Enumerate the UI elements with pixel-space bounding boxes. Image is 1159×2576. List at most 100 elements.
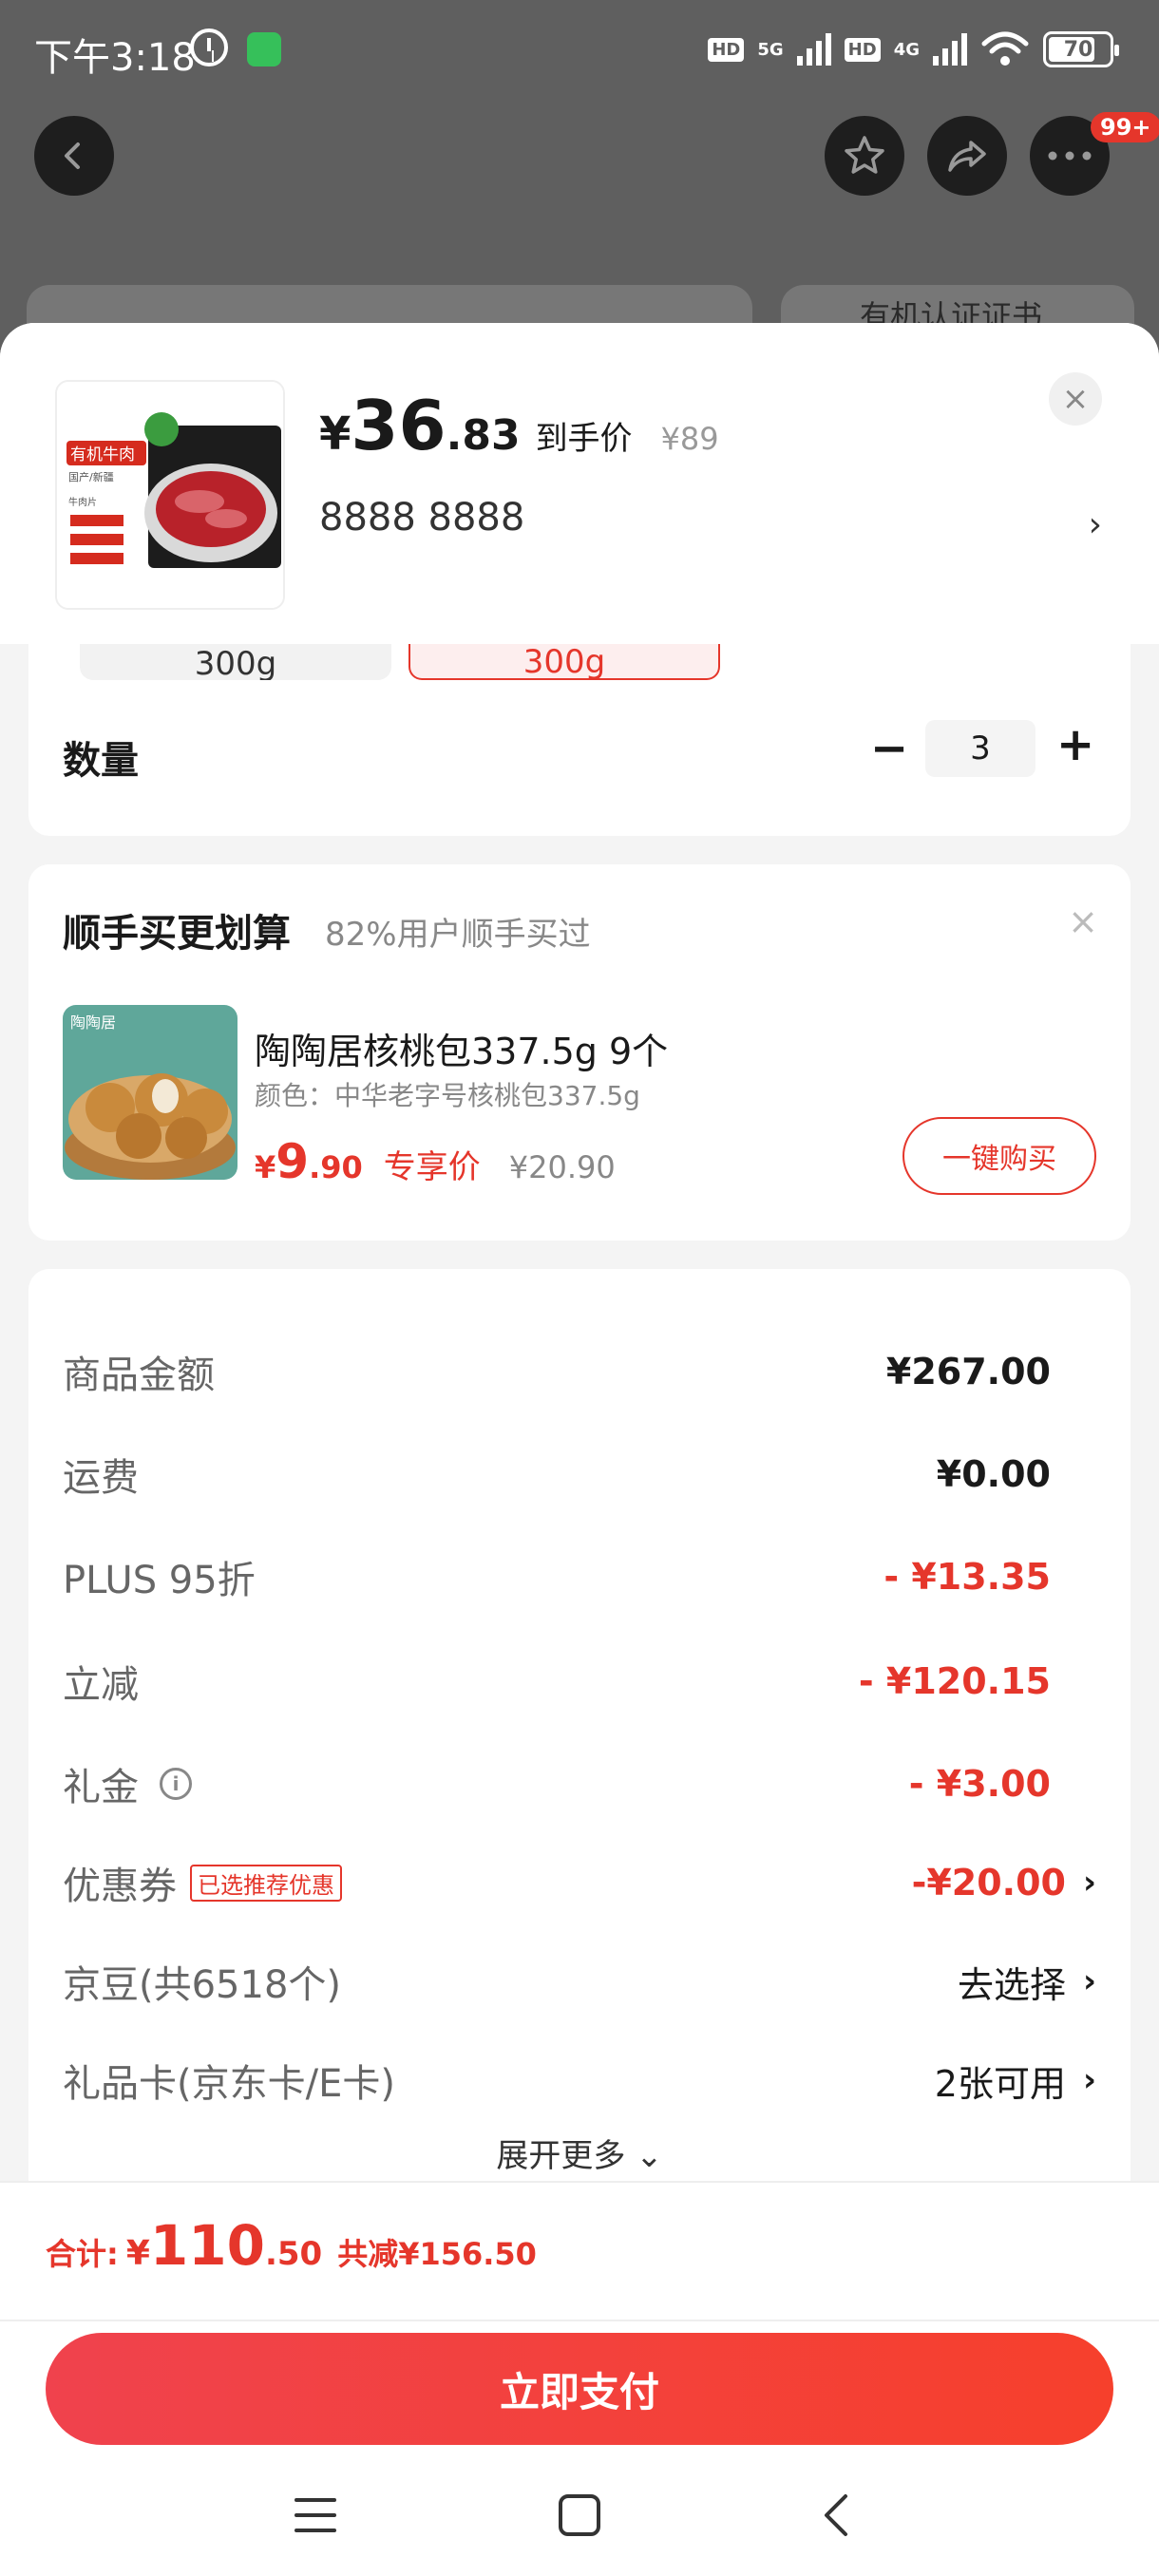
summary-value: ¥0.00	[936, 1453, 1051, 1495]
status-bar: 下午3:18 HD 5G HD 4G 70	[0, 0, 1159, 104]
summary-row-gift-money: 礼金 i - ¥3.00	[63, 1755, 1096, 1812]
total-integer: 110	[149, 2213, 265, 2278]
bundle-price-integer: 9	[276, 1134, 310, 1189]
quantity-label: 数量	[63, 739, 139, 783]
walnut-bun-image: 陶陶居	[63, 1005, 238, 1180]
bundle-title: 顺手买更划算	[63, 912, 291, 956]
checkout-bar: 合计: ¥ 110 .50 共减¥156.50 立即支付	[0, 2181, 1159, 2576]
summary-label: 京豆(共6518个)	[63, 1963, 342, 2007]
chevron-right-icon: ›	[1082, 1864, 1096, 1902]
product-price: ¥ 36 .83 到手价 ¥89	[319, 386, 719, 465]
summary-label: 礼金	[63, 1766, 139, 1809]
nav-back-icon[interactable]	[809, 2487, 866, 2544]
hd-badge: HD	[708, 37, 745, 62]
total-saved: 共减¥156.50	[337, 2236, 537, 2272]
bundle-card: 顺手买更划算 82%用户顺手买过 × 陶陶居 陶陶居核桃包337.5g 9个 颜…	[28, 864, 1130, 1241]
bundle-price-symbol: ¥	[255, 1149, 276, 1185]
thumb-sub-label: 国产/新疆	[68, 470, 114, 483]
spec-option-label: 300g	[194, 645, 277, 680]
battery-icon: 70	[1043, 31, 1119, 67]
summary-value: - ¥120.15	[858, 1660, 1051, 1702]
spec-option-selected[interactable]: 300g	[408, 644, 720, 680]
bundle-original-price: ¥20.90	[508, 1149, 616, 1185]
divider	[0, 2320, 1159, 2321]
menu-icon[interactable]	[287, 2487, 344, 2544]
total-decimal: .50	[264, 2235, 323, 2273]
summary-value: 去选择	[957, 1963, 1066, 2006]
home-icon[interactable]	[551, 2487, 608, 2544]
summary-label: 优惠券	[63, 1865, 177, 1908]
network-5g-label: 5G	[757, 39, 784, 60]
expand-more-button[interactable]: 展开更多 ⌄	[28, 2130, 1130, 2176]
bundle-price: ¥ 9 .90 专享价 ¥20.90	[255, 1134, 616, 1189]
app-notification-icon	[247, 32, 281, 66]
spec-option-label: 300g	[522, 644, 606, 680]
quantity-card: 300g 300g 数量 − 3 +	[28, 644, 1130, 836]
chevron-right-icon[interactable]: ›	[1089, 505, 1102, 544]
price-decimal: .83	[446, 411, 521, 460]
one-click-buy-button[interactable]: 一键购买	[902, 1117, 1096, 1195]
total-label: 合计:	[46, 2236, 119, 2272]
quantity-increase-button[interactable]: +	[1056, 718, 1094, 771]
battery-level: 70	[1063, 37, 1093, 62]
wifi-icon	[981, 31, 1029, 66]
bundle-price-tag: 专享价	[383, 1148, 481, 1186]
message-count-badge: 99+	[1091, 112, 1159, 142]
signal-icon-2	[933, 33, 967, 66]
summary-label: 商品金额	[63, 1354, 215, 1397]
summary-label: 运费	[63, 1456, 139, 1500]
share-icon	[948, 141, 986, 172]
alarm-icon	[190, 28, 228, 66]
summary-value: - ¥3.00	[908, 1763, 1051, 1805]
summary-value: 2张可用	[934, 2062, 1066, 2105]
network-4g-label: 4G	[893, 39, 920, 60]
pay-now-button[interactable]: 立即支付	[46, 2333, 1113, 2445]
summary-row-gift-card[interactable]: 礼品卡(京东卡/E卡) 2张可用 ›	[63, 2052, 1096, 2109]
chevron-right-icon: ›	[1082, 2061, 1096, 2099]
summary-row-subtotal: 商品金额 ¥267.00	[63, 1343, 1096, 1400]
price-tag: 到手价	[535, 420, 633, 458]
star-icon	[845, 136, 884, 174]
back-icon	[65, 142, 80, 169]
bundle-product-image[interactable]: 陶陶居	[63, 1005, 238, 1180]
price-symbol: ¥	[319, 407, 352, 461]
thumb-label: 有机牛肉	[70, 445, 135, 464]
beef-image: 有机牛肉 国产/新疆 牛肉片	[57, 382, 283, 608]
chevron-right-icon: ›	[1082, 1962, 1096, 2000]
share-button[interactable]	[927, 116, 1007, 196]
bundle-image-label: 陶陶居	[70, 1013, 116, 1032]
info-icon[interactable]: i	[160, 1768, 192, 1800]
bundle-subtitle: 82%用户顺手买过	[325, 916, 591, 954]
bundle-product-color: 颜色：中华老字号核桃包337.5g	[255, 1080, 640, 1111]
price-integer: 36	[351, 386, 446, 465]
signal-icon	[796, 33, 831, 66]
price-summary-card: 商品金额 ¥267.00 运费 ¥0.00 PLUS 95折 - ¥13.35 …	[28, 1269, 1130, 2219]
bundle-product-name[interactable]: 陶陶居核桃包337.5g 9个	[255, 1022, 668, 1074]
total-symbol: ¥	[125, 2234, 150, 2273]
coupon-recommended-badge: 已选推荐优惠	[190, 1864, 342, 1902]
summary-row-jingdou[interactable]: 京豆(共6518个) 去选择 ›	[63, 1953, 1096, 2010]
summary-row-plus: PLUS 95折 - ¥13.35	[63, 1548, 1096, 1605]
close-icon[interactable]: ×	[1068, 900, 1098, 942]
summary-value: ¥267.00	[885, 1351, 1051, 1392]
summary-label: 立减	[63, 1663, 139, 1707]
original-price: ¥89	[660, 421, 719, 457]
more-icon	[1048, 151, 1092, 161]
close-sheet-button[interactable]: ×	[1049, 372, 1102, 426]
spec-option[interactable]: 300g	[80, 644, 391, 680]
summary-row-shipping: 运费 ¥0.00	[63, 1446, 1096, 1503]
quantity-decrease-button[interactable]: −	[870, 722, 908, 775]
quantity-input[interactable]: 3	[925, 720, 1036, 777]
summary-row-instant-discount: 立减 - ¥120.15	[63, 1653, 1096, 1710]
summary-value: -¥20.00	[911, 1862, 1066, 1904]
selected-spec[interactable]: 8888 8888	[319, 496, 524, 540]
order-sheet: 有机牛肉 国产/新疆 牛肉片 ¥ 36 .83 到手价 ¥89 8888 888…	[0, 323, 1159, 2576]
back-button[interactable]	[34, 116, 114, 196]
system-nav-bar	[0, 2458, 1159, 2576]
thumb-sub-label-2: 牛肉片	[68, 496, 97, 508]
close-icon: ×	[1061, 380, 1090, 418]
summary-label: PLUS 95折	[63, 1559, 256, 1602]
favorite-button[interactable]	[825, 116, 904, 196]
product-header: 有机牛肉 国产/新疆 牛肉片 ¥ 36 .83 到手价 ¥89 8888 888…	[0, 323, 1159, 644]
summary-row-coupon[interactable]: 优惠券 已选推荐优惠 -¥20.00 ›	[63, 1854, 1096, 1911]
